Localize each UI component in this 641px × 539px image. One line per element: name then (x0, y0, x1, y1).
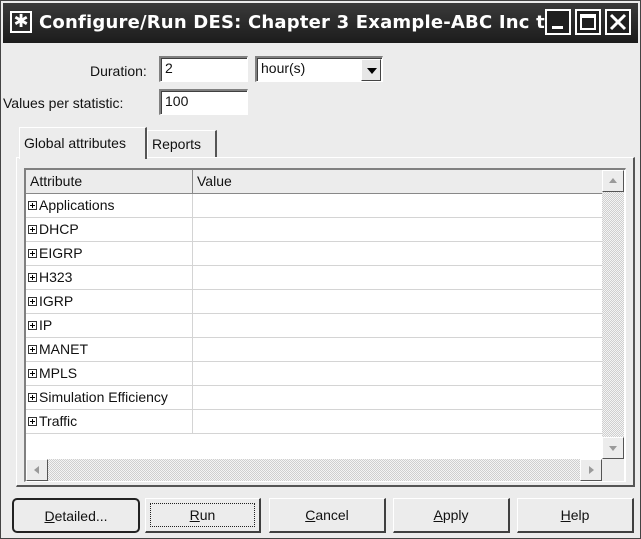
window-title: Configure/Run DES: Chapter 3 Example-ABC… (39, 12, 549, 33)
maximize-icon (580, 14, 596, 30)
attribute-name: MPLS (39, 365, 78, 381)
column-header-attribute[interactable]: Attribute (26, 170, 193, 194)
expand-icon[interactable] (28, 297, 37, 306)
scroll-up-button[interactable] (602, 170, 624, 192)
attribute-name: Applications (39, 197, 115, 213)
duration-unit-select[interactable]: hour(s) (255, 56, 383, 82)
detailed-button-mnemonic: D (44, 508, 55, 524)
table-row[interactable]: MPLS (26, 362, 604, 386)
table-row[interactable]: IP (26, 314, 604, 338)
attribute-cell: MANET (26, 338, 193, 361)
expand-icon[interactable] (28, 201, 37, 210)
attribute-name: Traffic (39, 413, 78, 429)
run-button-label: un (199, 507, 216, 523)
table-row[interactable]: EIGRP (26, 242, 604, 266)
attribute-cell: IP (26, 314, 193, 337)
expand-icon[interactable] (28, 369, 37, 378)
horizontal-scrollbar[interactable] (26, 459, 602, 481)
configure-run-dialog: ✱ Configure/Run DES: Chapter 3 Example-A… (0, 0, 641, 539)
maximize-button[interactable] (575, 9, 601, 35)
expand-icon[interactable] (28, 417, 37, 426)
attribute-cell: Simulation Efficiency (26, 386, 193, 409)
table-row[interactable]: DHCP (26, 218, 604, 242)
attribute-cell: H323 (26, 266, 193, 289)
chevron-down-icon[interactable] (361, 59, 381, 81)
expand-icon[interactable] (28, 321, 37, 330)
table-row[interactable]: MANET (26, 338, 604, 362)
help-button-mnemonic: H (560, 507, 571, 523)
help-button-label: elp (570, 507, 590, 523)
expand-icon[interactable] (28, 249, 37, 258)
attribute-name: Simulation Efficiency (39, 389, 168, 405)
table-row[interactable]: H323 (26, 266, 604, 290)
duration-unit-value: hour(s) (261, 60, 306, 76)
attribute-cell: MPLS (26, 362, 193, 385)
attribute-cell: EIGRP (26, 242, 193, 265)
apply-button-mnemonic: A (433, 507, 443, 523)
apply-button-label: pply (442, 507, 469, 523)
values-per-statistic-input[interactable]: 100 (159, 89, 248, 115)
title-bar[interactable]: ✱ Configure/Run DES: Chapter 3 Example-A… (3, 3, 638, 43)
scroll-left-button[interactable] (26, 459, 48, 481)
table-row[interactable]: Applications (26, 194, 604, 218)
attribute-name: H323 (39, 269, 73, 285)
table-row[interactable]: IGRP (26, 290, 604, 314)
run-button-mnemonic: R (189, 507, 200, 523)
vertical-scrollbar[interactable] (602, 170, 624, 459)
cancel-button[interactable]: Cancel (269, 498, 386, 533)
attribute-name: DHCP (39, 221, 79, 237)
detailed-button-label: etailed... (54, 508, 108, 524)
scroll-right-button[interactable] (580, 459, 602, 481)
tab-global-attributes[interactable]: Global attributes (19, 127, 147, 159)
attribute-name: EIGRP (39, 245, 83, 261)
expand-icon[interactable] (28, 393, 37, 402)
minimize-icon (552, 26, 563, 29)
attribute-cell: Traffic (26, 410, 193, 433)
expand-icon[interactable] (28, 345, 37, 354)
attribute-cell: IGRP (26, 290, 193, 313)
table-row[interactable]: Traffic (26, 410, 604, 434)
expand-icon[interactable] (28, 225, 37, 234)
help-button[interactable]: Help (517, 498, 634, 533)
run-button[interactable]: Run (145, 498, 261, 533)
scroll-down-button[interactable] (602, 437, 624, 459)
close-button[interactable] (605, 9, 631, 35)
attribute-name: MANET (39, 341, 88, 357)
scrollbar-corner (602, 459, 624, 481)
minimize-button[interactable] (545, 9, 571, 35)
close-icon (609, 13, 627, 31)
apply-button[interactable]: Apply (393, 498, 510, 533)
tab-global-attributes-label: Global attributes (24, 135, 126, 151)
attribute-cell: DHCP (26, 218, 193, 241)
attribute-grid: Attribute Value Applications DHCP EIGRP … (24, 168, 626, 482)
expand-icon[interactable] (28, 273, 37, 282)
attribute-cell: Applications (26, 194, 193, 217)
app-icon: ✱ (10, 11, 32, 33)
tab-reports[interactable]: Reports (147, 130, 217, 157)
duration-label: Duration: (90, 63, 147, 79)
attribute-name: IGRP (39, 293, 74, 309)
cancel-button-mnemonic: C (305, 507, 316, 523)
attribute-name: IP (39, 317, 53, 333)
column-header-value[interactable]: Value (193, 170, 604, 194)
duration-input[interactable]: 2 (159, 56, 248, 82)
focus-ring: Run (150, 503, 255, 527)
tab-reports-label: Reports (152, 136, 202, 152)
detailed-button[interactable]: Detailed... (12, 498, 140, 533)
values-per-statistic-label: Values per statistic: (3, 95, 124, 111)
cancel-button-label: ancel (315, 507, 349, 523)
table-row[interactable]: Simulation Efficiency (26, 386, 604, 410)
